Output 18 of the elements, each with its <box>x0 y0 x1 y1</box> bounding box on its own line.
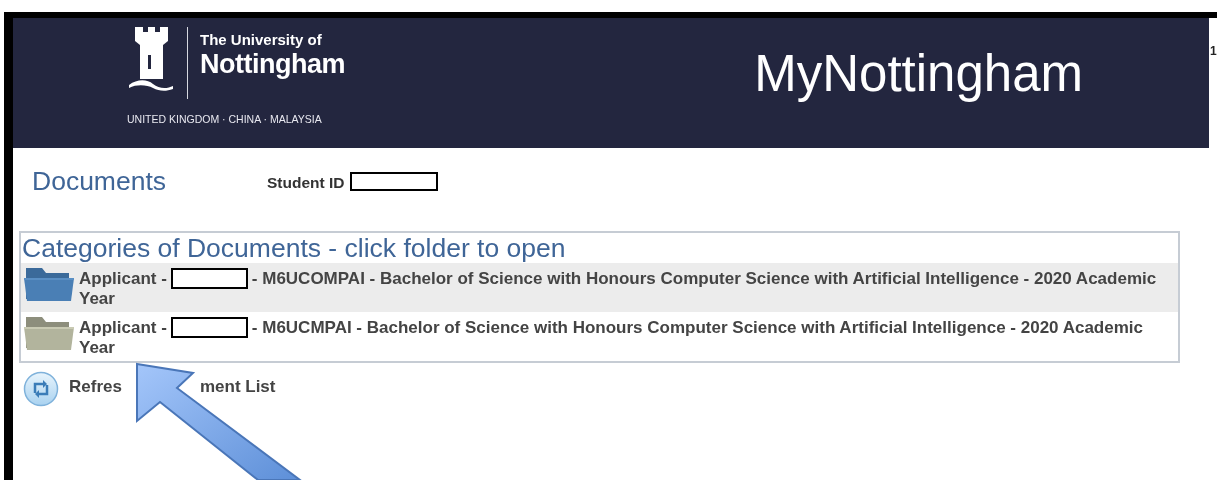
portal-title: MyNottingham <box>754 44 1083 103</box>
university-name-line: The University of <box>200 31 323 49</box>
page-title: Documents <box>32 166 167 197</box>
folder-icon[interactable] <box>23 265 75 303</box>
folder-row[interactable]: Applicant - - M6UCMPAI - Bachelor of Science with Honours Computer Science with Artificial Intelligence - 2020 Academic Year <box>21 312 1178 361</box>
refresh-link-text[interactable]: ment List <box>199 377 276 397</box>
castle-logo-icon <box>127 25 175 91</box>
student-id-label: Student ID <box>267 173 345 192</box>
edge-label: 1 <box>1210 44 1217 58</box>
refresh-link-text[interactable]: Refres <box>69 377 122 397</box>
folder-row[interactable]: Applicant - - M6UCOMPAI - Bachelor of Science with Honours Computer Science with Artificial Intelligence - 2020 Academic Year <box>21 263 1178 312</box>
panel-heading: Categories of Documents - click folder to open <box>21 233 567 263</box>
university-name: Nottingham <box>200 49 345 79</box>
folder-label[interactable]: Applicant - - M6UCOMPAI - Bachelor of Science with Honours Computer Science with Artificial Intelligence - 2020 Academic Year <box>79 265 1174 308</box>
folder-icon[interactable] <box>23 314 75 352</box>
folder-label[interactable]: Applicant - - M6UCMPAI - Bachelor of Science with Honours Computer Science with Artificial Intelligence - 2020 Academic Year <box>79 314 1174 357</box>
refresh-icon[interactable] <box>23 371 59 407</box>
campus-list: UNITED KINGDOM · CHINA · MALAYSIA <box>127 113 345 125</box>
